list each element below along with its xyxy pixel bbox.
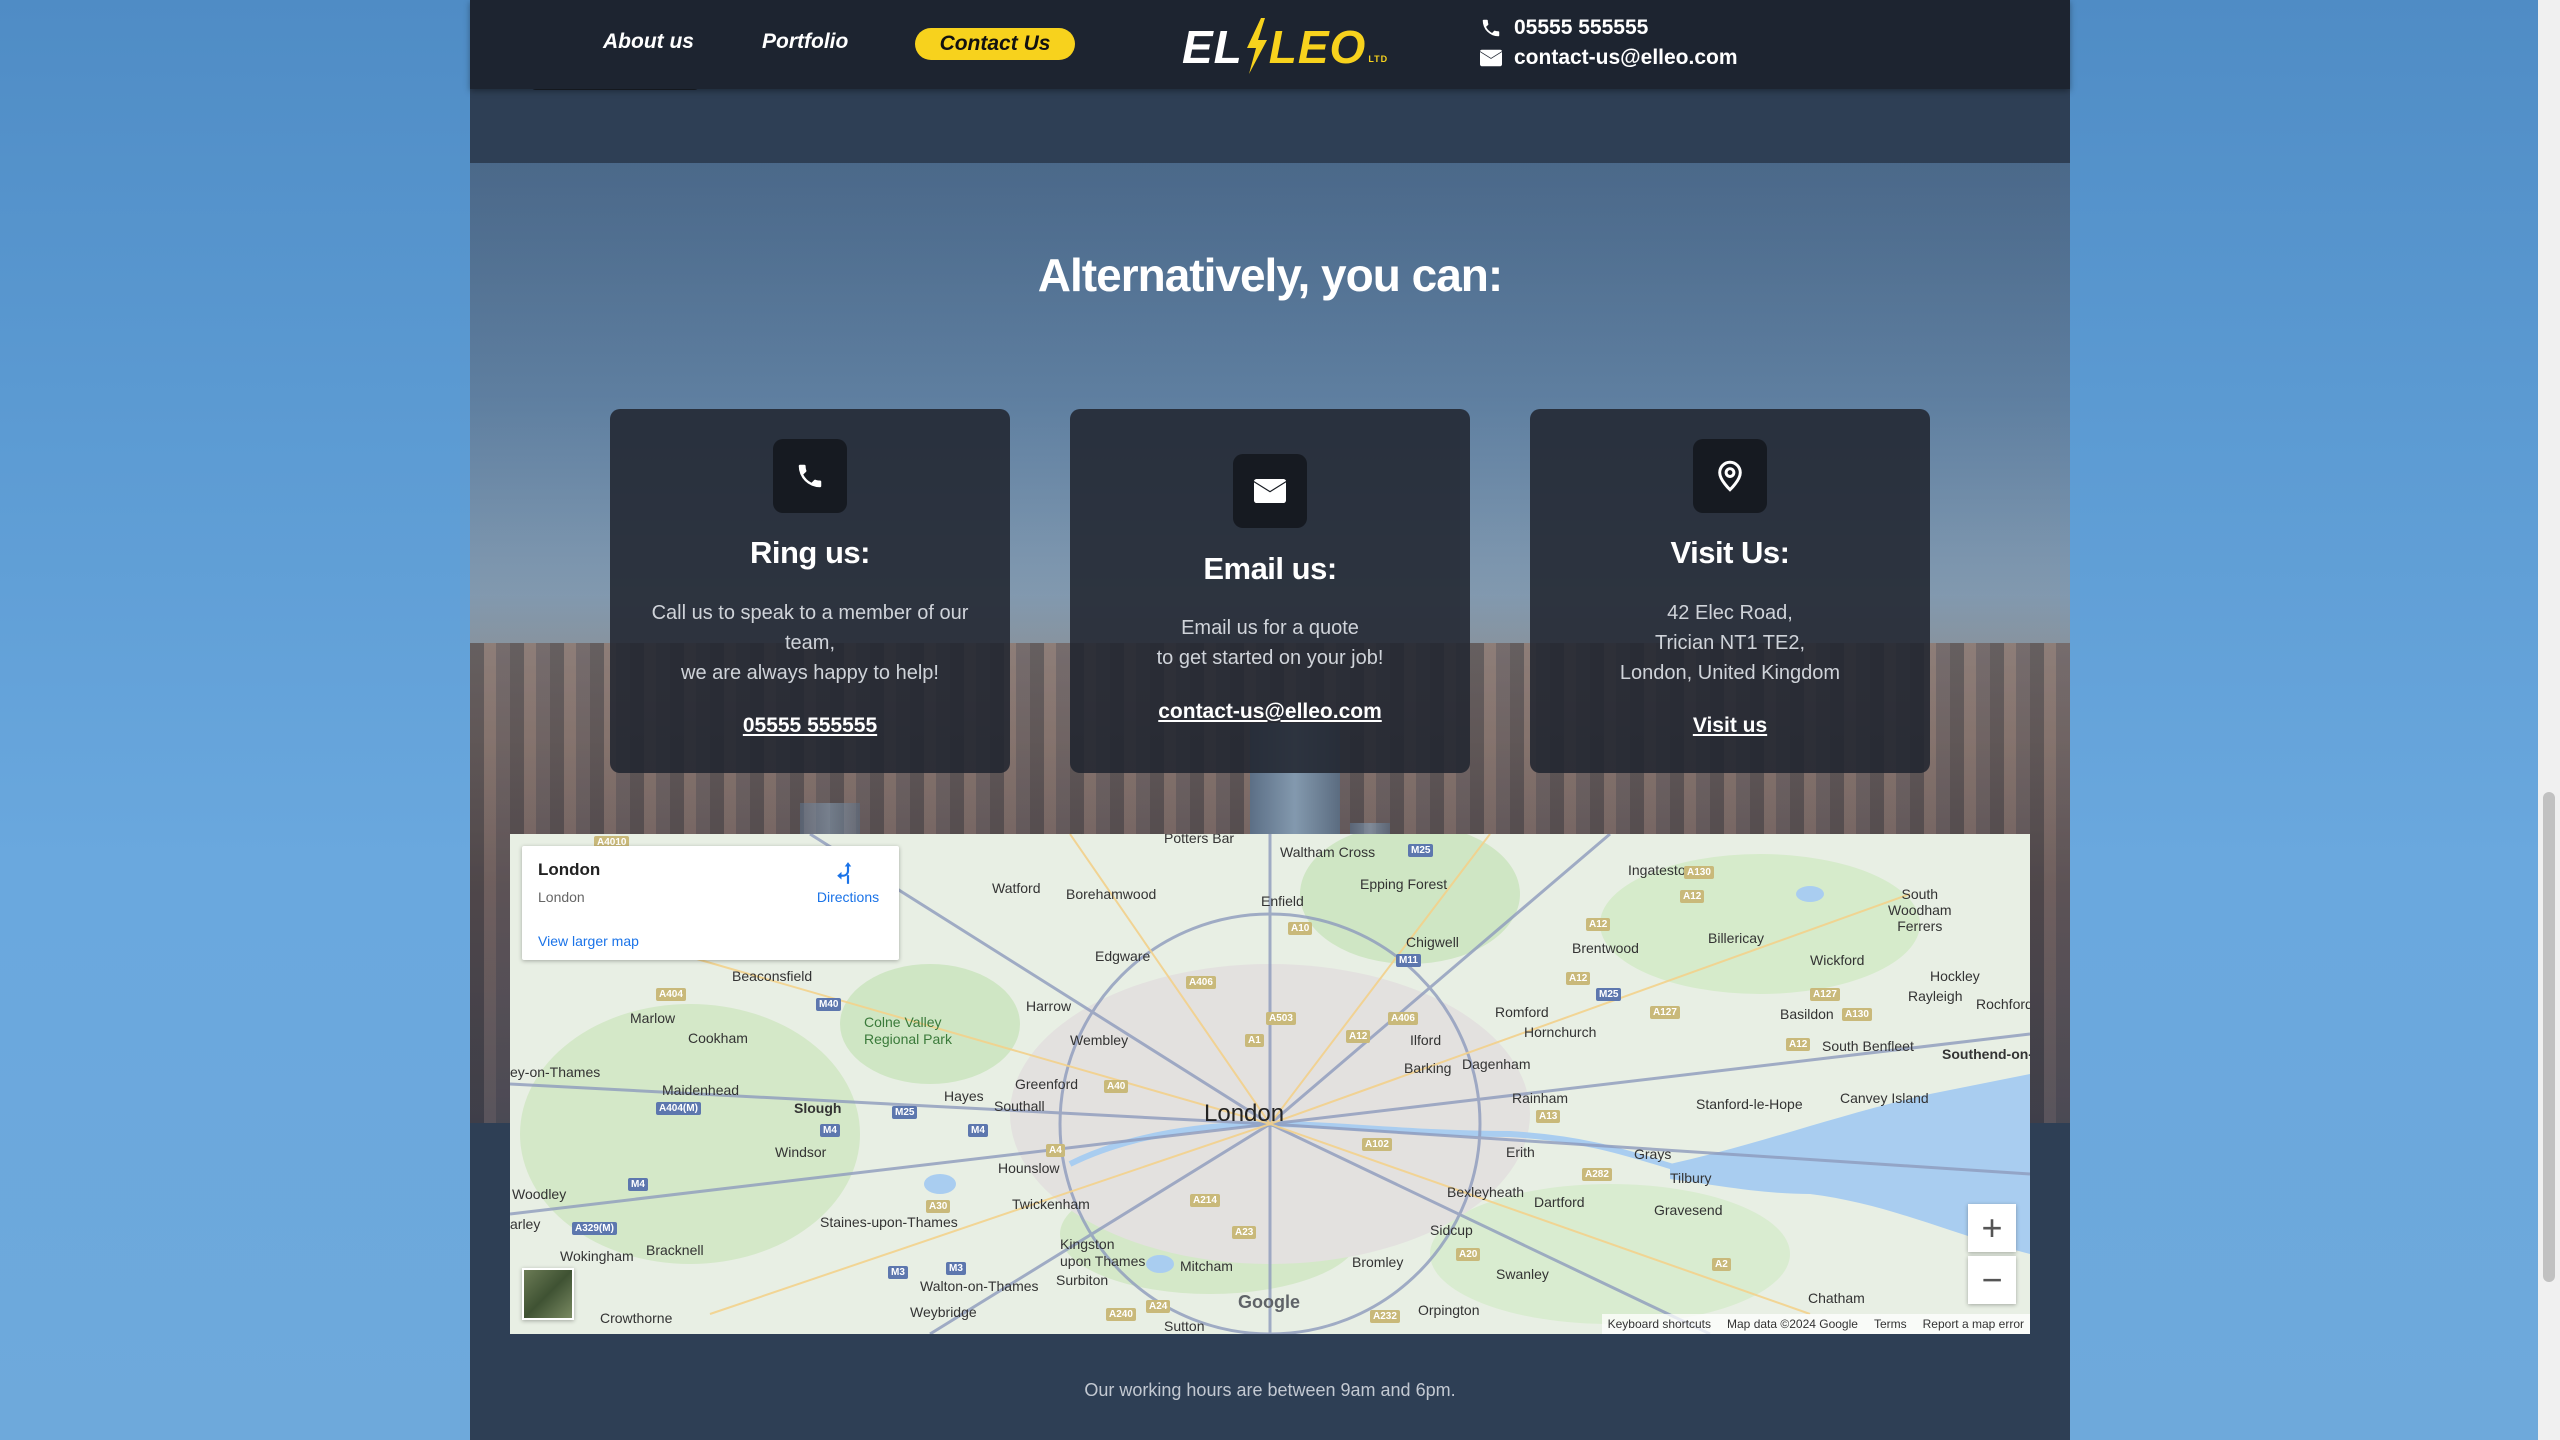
- nav-phone[interactable]: 05555 555555: [1480, 16, 1648, 40]
- elleo-logo[interactable]: EL LEO LTD: [1182, 14, 1388, 74]
- top-navbar: About us Portfolio Contact Us EL LEO LTD…: [470, 0, 2070, 89]
- nav-about-us[interactable]: About us: [603, 30, 694, 54]
- view-larger-map-link[interactable]: View larger map: [538, 933, 639, 949]
- directions-button[interactable]: Directions: [808, 860, 888, 905]
- map-data-text: Map data ©2024 Google: [1727, 1317, 1858, 1331]
- satellite-toggle[interactable]: [522, 1268, 574, 1320]
- map-place-sub: London: [538, 889, 585, 905]
- directions-label: Directions: [816, 889, 880, 905]
- card-description: Call us to speak to a member of our team…: [651, 602, 969, 684]
- directions-icon: [837, 862, 852, 884]
- map-pin-icon: [1693, 439, 1767, 513]
- phone-link[interactable]: 05555 555555: [610, 714, 1010, 738]
- card-title: Visit Us:: [1670, 535, 1790, 570]
- page: Alternatively, you can: Ring us: Call us…: [470, 0, 2070, 1440]
- card-description: Email us for a quote to get started on y…: [1156, 617, 1384, 669]
- email-us-card: Email us: Email us for a quote to get st…: [1070, 409, 1470, 773]
- page-scrollbar[interactable]: [2538, 0, 2560, 1440]
- nav-email[interactable]: contact-us@elleo.com: [1480, 46, 1738, 70]
- zoom-in-button[interactable]: +: [1968, 1204, 2016, 1252]
- phone-icon: [773, 439, 847, 513]
- working-hours: Our working hours are between 9am and 6p…: [1084, 1380, 1456, 1400]
- visit-link[interactable]: Visit us: [1530, 714, 1930, 738]
- card-title: Email us:: [1203, 551, 1337, 586]
- envelope-icon: [1233, 454, 1307, 528]
- lightning-bolt-icon: [1246, 18, 1267, 74]
- zoom-out-button[interactable]: −: [1968, 1256, 2016, 1304]
- map-footer: Keyboard shortcuts Map data ©2024 Google…: [1601, 1314, 2030, 1334]
- map-info-card: London London View larger map Directions: [522, 846, 899, 960]
- report-map-error-link[interactable]: Report a map error: [1923, 1317, 2024, 1331]
- nav-portfolio[interactable]: Portfolio: [762, 30, 848, 54]
- visit-us-card: Visit Us: 42 Elec Road, Trician NT1 TE2,…: [1530, 409, 1930, 773]
- section-heading: Alternatively, you can:: [1037, 249, 1503, 301]
- card-title: Ring us:: [750, 535, 871, 570]
- envelope-icon: [1480, 49, 1502, 67]
- google-map[interactable]: Watford Borehamwood Enfield Waltham Cros…: [510, 834, 2030, 1334]
- scrollbar-thumb[interactable]: [2543, 792, 2555, 1282]
- terms-link[interactable]: Terms: [1874, 1317, 1907, 1331]
- keyboard-shortcuts-link[interactable]: Keyboard shortcuts: [1608, 1317, 1711, 1331]
- google-logo: Google: [1238, 1292, 1300, 1312]
- phone-icon: [1482, 19, 1500, 37]
- ring-us-card: Ring us: Call us to speak to a member of…: [610, 409, 1010, 773]
- nav-contact-us-button[interactable]: Contact Us: [915, 28, 1075, 60]
- card-description: 42 Elec Road, Trician NT1 TE2, London, U…: [1619, 602, 1841, 684]
- email-link[interactable]: contact-us@elleo.com: [1070, 700, 1470, 724]
- map-place-name: London: [538, 860, 601, 879]
